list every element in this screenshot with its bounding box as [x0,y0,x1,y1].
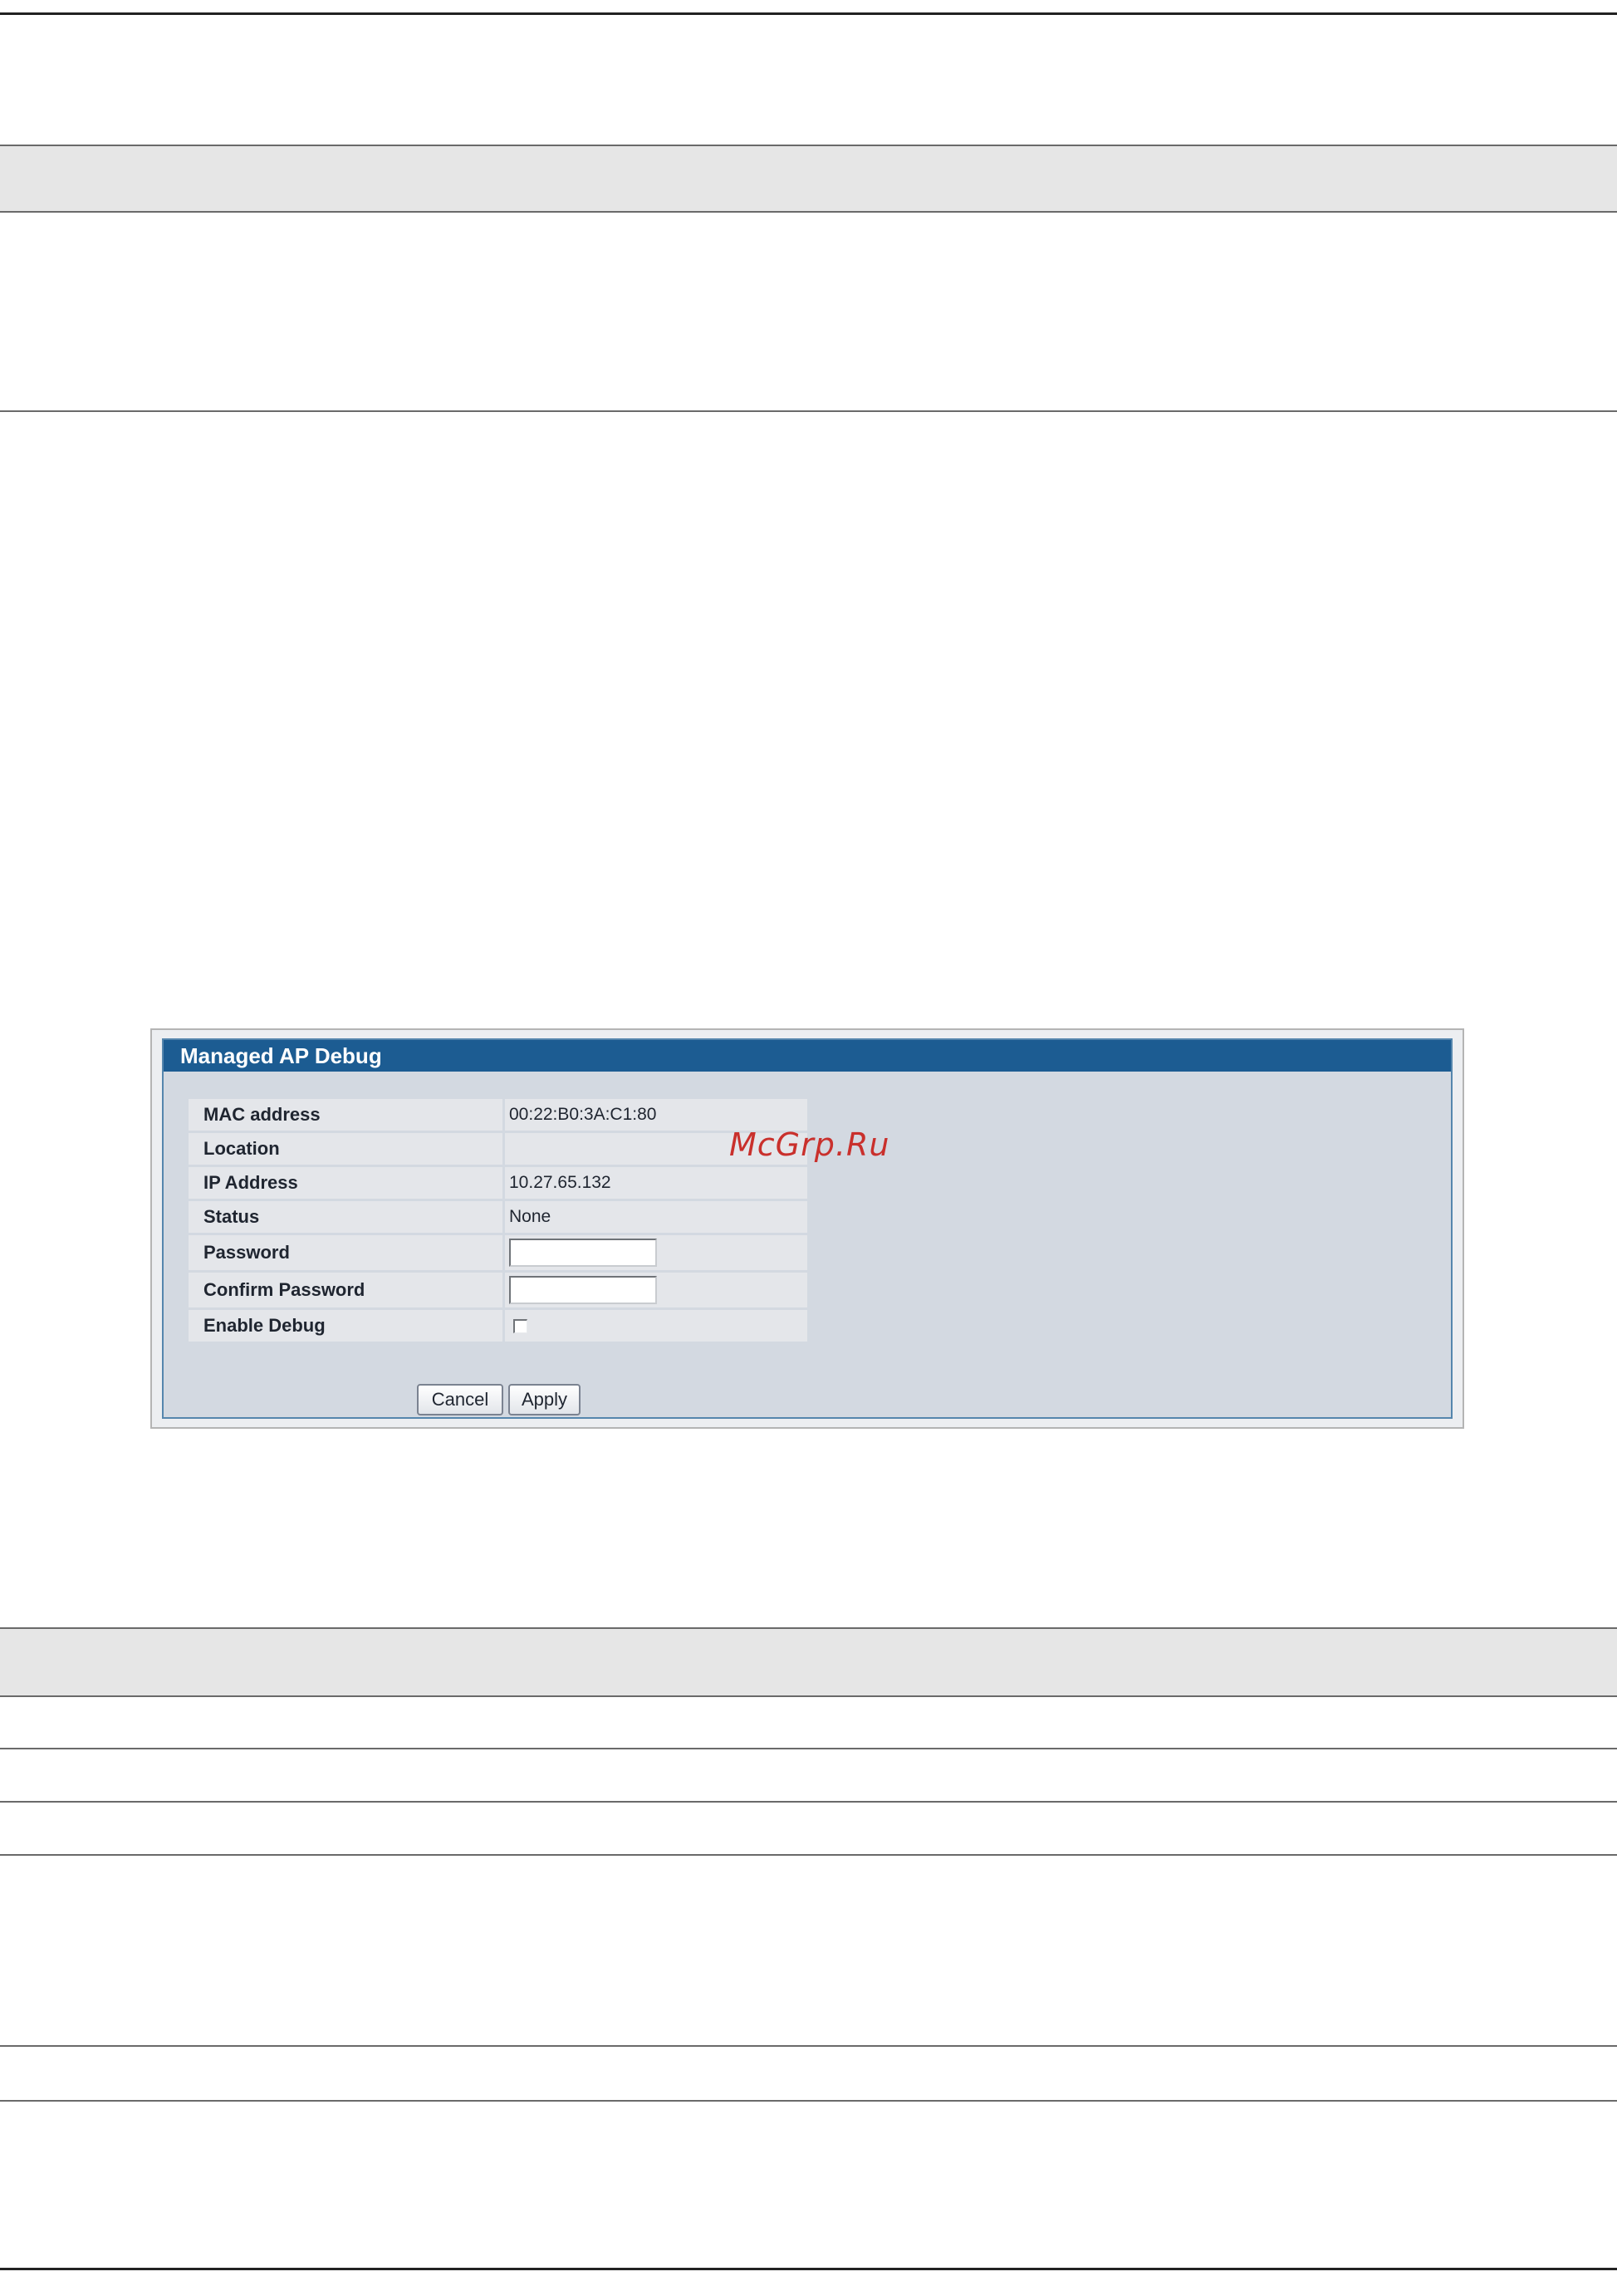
rule [0,211,1617,213]
form-row-confirm-password: Confirm Password [189,1273,807,1307]
cancel-button[interactable]: Cancel [417,1384,503,1415]
form-row-status: Status None [189,1201,807,1233]
rule [0,1695,1617,1697]
confirm-password-label: Confirm Password [189,1273,505,1307]
rule [0,1748,1617,1749]
ip-label: IP Address [189,1167,505,1199]
form-row-location: Location [189,1133,807,1165]
form-row-enable-debug: Enable Debug [189,1310,807,1342]
rule [0,1627,1617,1629]
header-band-1 [0,145,1617,211]
form-row-mac: MAC address 00:22:B0:3A:C1:80 [189,1099,807,1131]
mac-label: MAC address [189,1099,505,1131]
enable-debug-label: Enable Debug [189,1310,505,1342]
form-row-ip: IP Address 10.27.65.132 [189,1167,807,1199]
header-band-2 [0,1627,1617,1695]
panel-body: Managed AP Debug MAC address 00:22:B0:3A… [162,1038,1453,1419]
enable-debug-cell [505,1310,807,1342]
rule [0,1801,1617,1803]
confirm-password-cell [505,1273,807,1307]
rule [0,2045,1617,2047]
debug-form-table: MAC address 00:22:B0:3A:C1:80 Location I… [189,1096,807,1344]
top-rule [0,12,1617,15]
password-cell [505,1235,807,1270]
rule [0,145,1617,146]
status-label: Status [189,1201,505,1233]
confirm-password-field[interactable] [509,1276,657,1304]
status-value: None [505,1201,807,1233]
rule [0,410,1617,412]
password-field[interactable] [509,1239,657,1267]
bottom-rule [0,2268,1617,2270]
apply-button[interactable]: Apply [508,1384,581,1415]
ip-value: 10.27.65.132 [505,1167,807,1199]
form-row-password: Password [189,1235,807,1270]
managed-ap-debug-panel: Managed AP Debug MAC address 00:22:B0:3A… [150,1028,1464,1429]
panel-title: Managed AP Debug [164,1040,1451,1072]
enable-debug-checkbox[interactable] [513,1318,527,1333]
watermark-text: McGrp.Ru [729,1126,890,1163]
password-label: Password [189,1235,505,1270]
rule [0,1854,1617,1856]
rule [0,2100,1617,2102]
location-label: Location [189,1133,505,1165]
